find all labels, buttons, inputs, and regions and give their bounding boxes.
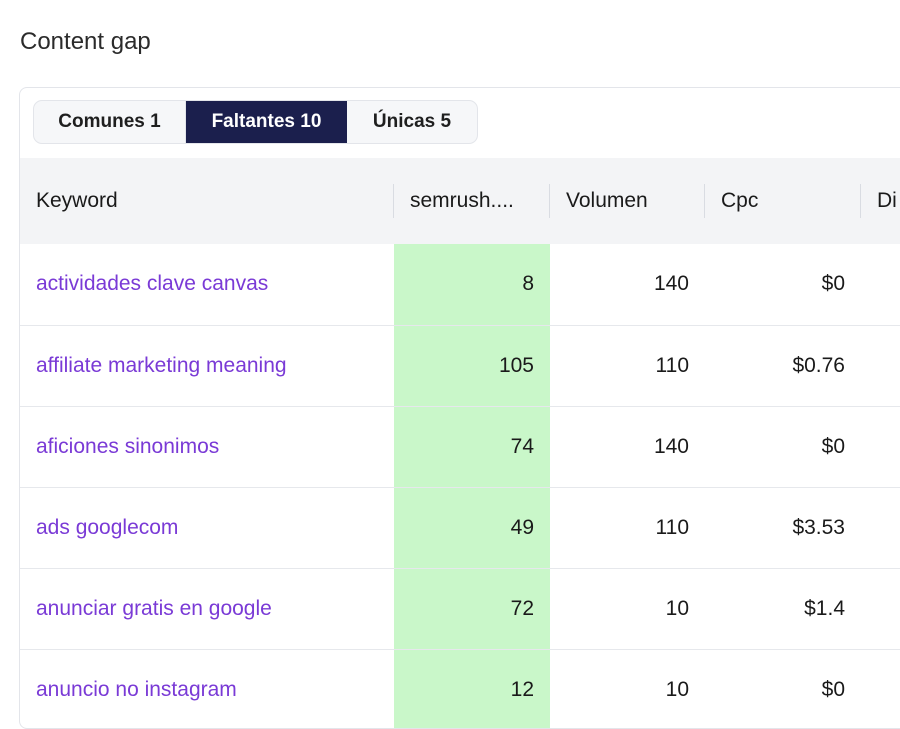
di-cell xyxy=(861,325,900,407)
cpc-cell: $0.76 xyxy=(705,325,861,407)
keyword-link[interactable]: aficiones sinonimos xyxy=(20,406,394,488)
volume-cell: 10 xyxy=(550,649,705,728)
volume-cell: 110 xyxy=(550,487,705,569)
di-cell xyxy=(861,406,900,488)
cpc-cell: $0 xyxy=(705,406,861,488)
cpc-cell: $1.4 xyxy=(705,568,861,650)
table-row: anuncio no instagram 12 10 $0 xyxy=(20,649,900,728)
semrush-position-cell: 12 xyxy=(394,649,550,728)
table-row: anunciar gratis en google 72 10 $1.4 xyxy=(20,568,900,650)
table-row: aficiones sinonimos 74 140 $0 xyxy=(20,406,900,488)
tab-comunes[interactable]: Comunes 1 xyxy=(34,101,186,143)
di-cell xyxy=(861,244,900,326)
semrush-position-cell: 49 xyxy=(394,487,550,569)
semrush-position-cell: 105 xyxy=(394,325,550,407)
keyword-link[interactable]: anunciar gratis en google xyxy=(20,568,394,650)
table-row: ads googlecom 49 110 $3.53 xyxy=(20,487,900,569)
keywords-table: Keyword semrush.... Volumen Cpc Di activ… xyxy=(20,158,900,728)
column-header-label: Volumen xyxy=(566,189,648,212)
table-row: affiliate marketing meaning 105 110 $0.7… xyxy=(20,325,900,407)
keyword-link[interactable]: anuncio no instagram xyxy=(20,649,394,728)
cpc-cell: $3.53 xyxy=(705,487,861,569)
cpc-cell: $0 xyxy=(705,649,861,728)
column-header-semrush[interactable]: semrush.... xyxy=(394,158,550,244)
column-header-keyword[interactable]: Keyword xyxy=(20,158,394,244)
column-header-label: Keyword xyxy=(36,189,118,212)
tab-unicas[interactable]: Únicas 5 xyxy=(347,101,477,143)
volume-cell: 10 xyxy=(550,568,705,650)
volume-cell: 110 xyxy=(550,325,705,407)
di-cell xyxy=(861,649,900,728)
column-header-label: Cpc xyxy=(721,189,759,212)
tab-faltantes[interactable]: Faltantes 10 xyxy=(186,101,347,143)
volume-cell: 140 xyxy=(550,244,705,326)
tab-switcher: Comunes 1 Faltantes 10 Únicas 5 xyxy=(33,100,478,144)
table-row: actividades clave canvas 8 140 $0 xyxy=(20,244,900,326)
table-header-row: Keyword semrush.... Volumen Cpc Di xyxy=(20,158,900,244)
di-cell xyxy=(861,487,900,569)
volume-cell: 140 xyxy=(550,406,705,488)
page-title: Content gap xyxy=(20,28,151,55)
column-header-cpc[interactable]: Cpc xyxy=(705,158,861,244)
keyword-link[interactable]: ads googlecom xyxy=(20,487,394,569)
column-header-label: semrush.... xyxy=(410,189,514,212)
column-header-label: Di xyxy=(877,189,897,212)
semrush-position-cell: 8 xyxy=(394,244,550,326)
column-header-di[interactable]: Di xyxy=(861,158,900,244)
di-cell xyxy=(861,568,900,650)
column-header-volumen[interactable]: Volumen xyxy=(550,158,705,244)
semrush-position-cell: 72 xyxy=(394,568,550,650)
keyword-link[interactable]: affiliate marketing meaning xyxy=(20,325,394,407)
cpc-cell: $0 xyxy=(705,244,861,326)
semrush-position-cell: 74 xyxy=(394,406,550,488)
content-gap-card: Comunes 1 Faltantes 10 Únicas 5 Keyword … xyxy=(19,87,900,729)
keyword-link[interactable]: actividades clave canvas xyxy=(20,244,394,326)
